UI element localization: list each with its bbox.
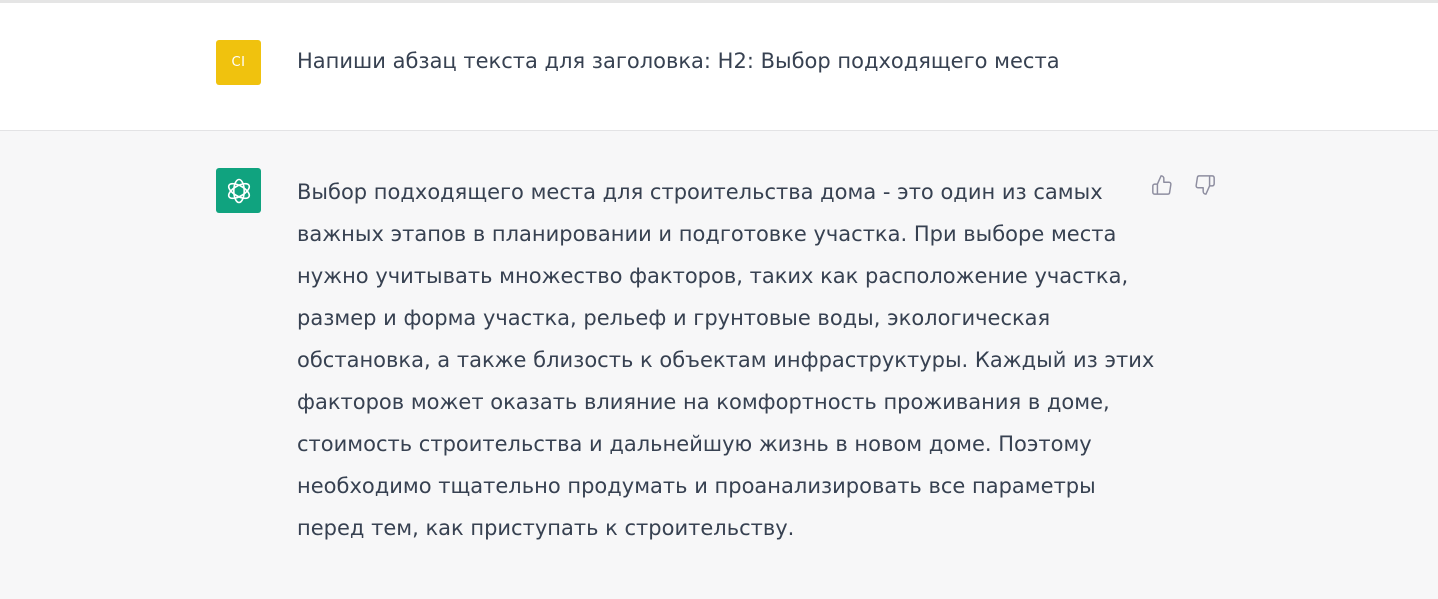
assistant-message-text: Выбор подходящего места для строительств… [297,171,1155,549]
openai-logo-icon [227,178,250,203]
assistant-message-row: Выбор подходящего места для строительств… [0,131,1438,599]
assistant-text-line: нужно учитывать множество факторов, таки… [297,264,1129,288]
user-message-row: CI Напиши абзац текста для заголовка: H2… [0,3,1438,131]
assistant-text-line: Выбор подходящего места для строительств… [297,180,1103,204]
assistant-text-line: важных этапов в планировании и подготовк… [297,222,1117,246]
thumbs-down-icon [1195,175,1215,195]
thumbs-down-button[interactable] [1192,172,1218,198]
assistant-avatar [216,168,261,213]
user-message-text: Напиши абзац текста для заголовка: H2: В… [297,49,1060,73]
assistant-text-line: перед тем, как приступать к строительств… [297,516,795,540]
assistant-text-line: размер и форма участка, рельеф и грунтов… [297,306,1051,330]
thumbs-up-button[interactable] [1149,172,1175,198]
assistant-text-line: факторов может оказать влияние на комфор… [297,390,1110,414]
user-avatar: CI [216,40,261,85]
user-avatar-initials: CI [231,55,246,70]
assistant-text-line: необходимо тщательно продумать и проанал… [297,474,1096,498]
assistant-text-line: стоимость строительства и дальнейшую жиз… [297,432,1092,456]
thumbs-up-icon [1152,175,1172,195]
assistant-text-line: обстановка, а также близость к объектам … [297,348,1155,372]
